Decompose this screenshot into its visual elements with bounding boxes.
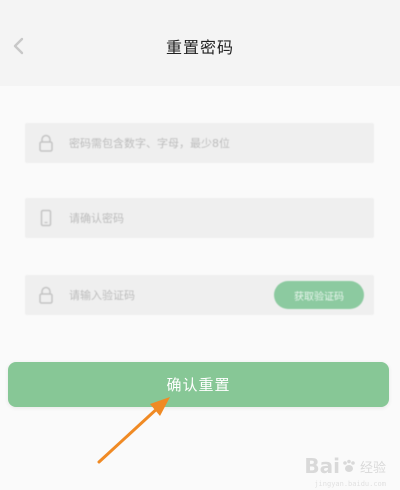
page-title: 重置密码 (165, 38, 234, 57)
confirm-password-input[interactable] (69, 198, 299, 238)
watermark-url: jingyan.baidu.com (314, 480, 386, 488)
lock-icon (39, 134, 53, 152)
reset-password-screen: 重置密码 获取验证码 确认重置 Bai (0, 0, 400, 490)
new-password-field[interactable] (25, 123, 374, 163)
lock-icon (39, 286, 53, 304)
navigation-bar: 重置密码 (0, 0, 400, 86)
watermark-text: 经验 (359, 460, 386, 476)
get-code-button[interactable]: 获取验证码 (274, 281, 364, 309)
new-password-input[interactable] (69, 123, 299, 163)
confirm-password-field[interactable] (25, 198, 374, 238)
phone-icon (40, 209, 52, 227)
watermark-logo: Bai (304, 454, 340, 478)
confirm-reset-button[interactable]: 确认重置 (8, 362, 389, 407)
baidu-jingyan-watermark: Bai 经验 jingyan.baidu.com (304, 454, 386, 488)
paw-icon (343, 459, 355, 472)
verification-code-field[interactable]: 获取验证码 (25, 275, 374, 315)
verification-code-input[interactable] (69, 275, 249, 315)
